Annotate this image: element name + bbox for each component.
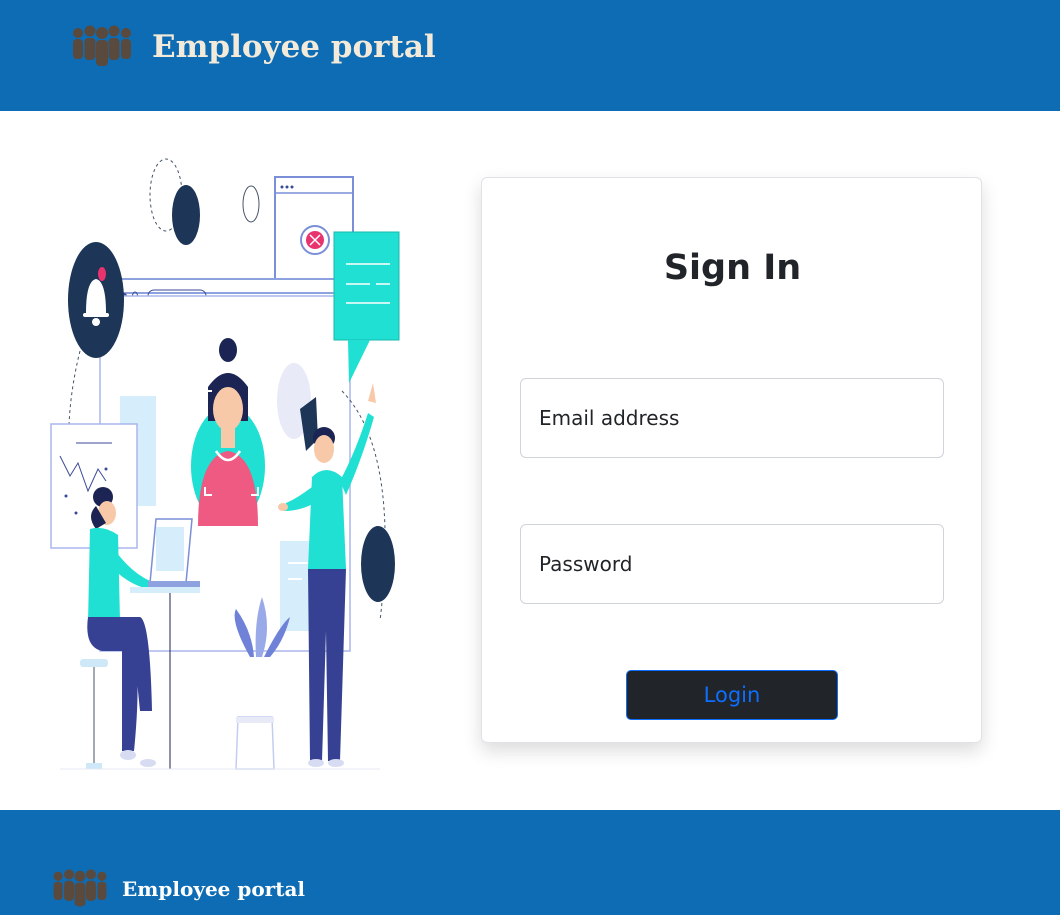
login-button[interactable]: Login bbox=[626, 670, 838, 720]
people-group-icon bbox=[53, 869, 107, 907]
password-input[interactable] bbox=[520, 524, 944, 604]
team-collaboration-illustration bbox=[50, 158, 400, 770]
footer: Employee portal bbox=[0, 810, 1060, 915]
header-title: Employee portal bbox=[152, 29, 436, 65]
main-content: Sign In Login bbox=[0, 111, 1060, 810]
sign-in-title: Sign In bbox=[663, 248, 802, 288]
header: Employee portal bbox=[0, 0, 1060, 111]
brand[interactable]: Employee portal bbox=[70, 24, 436, 70]
people-group-icon bbox=[73, 25, 131, 66]
email-input[interactable] bbox=[520, 378, 944, 458]
footer-brand[interactable]: Employee portal bbox=[50, 868, 305, 910]
footer-title: Employee portal bbox=[122, 877, 306, 901]
login-card: Sign In Login bbox=[481, 177, 982, 743]
